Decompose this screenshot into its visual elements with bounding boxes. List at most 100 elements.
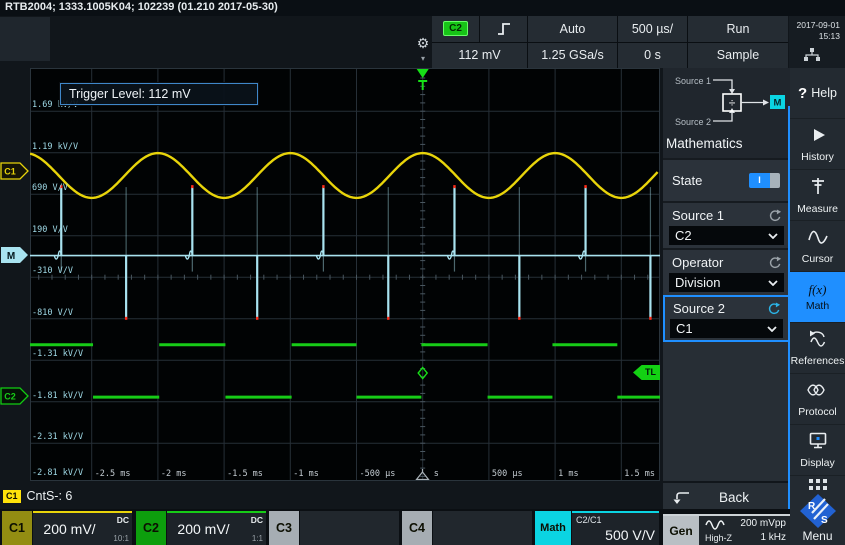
source2-dropdown[interactable]: C1 [670, 319, 783, 338]
sidebar-item-protocol[interactable]: Protocol [790, 374, 845, 425]
back-arrow-icon [672, 490, 692, 506]
math-state-row: State I [663, 158, 790, 201]
panel-accent-line [788, 106, 790, 545]
datetime-panel[interactable]: 2017-09-01 15:13 [789, 16, 845, 68]
channel2-position-marker[interactable]: C2 [0, 387, 29, 405]
state-toggle[interactable]: I [749, 173, 780, 188]
run-stop-button[interactable]: Run [688, 16, 788, 42]
channel-group-c3[interactable]: C3 [269, 511, 399, 545]
horizontal-position-button[interactable]: 0 s [618, 43, 687, 69]
channel-badge[interactable]: C3 [269, 511, 299, 545]
operator-dropdown[interactable]: Division [669, 273, 784, 292]
state-label: State [672, 173, 702, 188]
rohde-schwarz-logo: RS [799, 493, 837, 529]
status-row: C1 CntS-: 6 [0, 483, 660, 509]
channel-settings-box[interactable]: 200 mV/DC1:1 [167, 511, 266, 545]
sidebar-item-history[interactable]: History [790, 119, 845, 170]
oscilloscope-screen: RTB2004; 1333.1005K04; 102239 (01.210 20… [0, 0, 845, 545]
date-text: 2017-09-01 [789, 20, 840, 31]
sidebar-item-label: Help [811, 86, 837, 100]
diagram-source2-label: Source 2 [675, 117, 711, 127]
source2-label: Source 2 [673, 301, 725, 316]
protocol-icon [806, 381, 829, 404]
gen-impedance: High-Z [705, 533, 732, 543]
math-group[interactable]: MathC2/C1500 V/V [535, 511, 659, 545]
diagram-output-badge: M [774, 98, 782, 109]
sidebar-item-label: References [791, 355, 845, 367]
refresh-icon[interactable] [769, 256, 782, 269]
math-scale: 500 V/V [605, 527, 655, 543]
apps-grid-icon[interactable] [790, 476, 845, 492]
trigger-level-button[interactable]: 112 mV [432, 43, 527, 69]
gen-badge[interactable]: Gen [663, 516, 699, 545]
x-time-label: 500 µs [492, 469, 523, 479]
back-button[interactable]: Back [663, 483, 790, 512]
trace-c2 [30, 345, 660, 397]
device-title: RTB2004; 1333.1005K04; 102239 (01.210 20… [0, 0, 845, 16]
sidebar-item-label: History [801, 151, 834, 163]
trigger-level-tooltip: Trigger Level: 112 mV [60, 83, 258, 105]
x-time-label: -2.5 ms [95, 469, 131, 479]
channel-settings-box[interactable] [433, 511, 532, 545]
y-scale-label: -2.31 kV/V [32, 432, 83, 442]
cursor-icon [807, 228, 829, 251]
channel1-position-marker[interactable]: C1 [0, 162, 29, 180]
svg-text:S: S [821, 515, 828, 526]
sample-rate-button[interactable]: 1.25 GSa/s [528, 43, 617, 69]
status-channel-badge: C1 [3, 490, 21, 503]
acquire-mode-button[interactable]: Sample [688, 43, 788, 69]
sidebar-item-cursor[interactable]: Cursor [790, 221, 845, 272]
channel-settings-box[interactable]: 200 mV/DC10:1 [33, 511, 132, 545]
sidebar-item-measure[interactable]: Measure [790, 170, 845, 221]
generator-group[interactable]: GenHigh-Z200 mVpp1 kHz [663, 514, 790, 545]
y-scale-label: -1.31 kV/V [32, 349, 83, 359]
channel-badge[interactable]: C1 [2, 511, 32, 545]
math-settings-box[interactable]: C2/C1500 V/V [572, 511, 659, 545]
y-scale-label: 1.19 kV/V [32, 142, 78, 152]
channel-group-c2[interactable]: C2200 mV/DC1:1 [136, 511, 266, 545]
x-time-label: 1.5 ms [624, 469, 655, 479]
mathematics-panel: Source 1 Source 2 ÷ M Mathematics State … [663, 68, 790, 481]
channel-scale: 200 mV/ [167, 513, 240, 545]
channel-probe: 1:1 [251, 534, 263, 543]
chevron-down-icon [768, 233, 778, 239]
channel-group-c1[interactable]: C1200 mV/DC10:1 [2, 511, 132, 545]
refresh-icon[interactable] [769, 209, 782, 222]
waveform-canvas [30, 68, 660, 481]
sidebar-item-math[interactable]: f(x)Math [790, 272, 845, 323]
trigger-mode-button[interactable]: Auto [528, 16, 617, 42]
trigger-source-badge: C2 [443, 21, 468, 36]
trigger-source-button[interactable]: C2 [432, 16, 479, 42]
refresh-icon[interactable] [768, 302, 781, 315]
measure-icon [808, 176, 828, 201]
rising-edge-icon [495, 20, 513, 38]
y-scale-label: 690 V/V [32, 183, 68, 193]
timebase-button[interactable]: 500 µs/ [618, 16, 687, 42]
channel-badge[interactable]: C2 [136, 511, 166, 545]
channel-badge[interactable]: C4 [402, 511, 432, 545]
function-sidebar: ?Help History Measure Cursorf(x)Math Referen… [790, 68, 845, 545]
gear-icon[interactable]: ⚙ [413, 34, 433, 52]
channel-settings-box[interactable] [300, 511, 399, 545]
display-icon [808, 431, 828, 455]
y-scale-label: -310 V/V [32, 266, 73, 276]
source1-label: Source 1 [672, 208, 724, 223]
math-operator-section: Operator Division [663, 248, 790, 295]
source1-dropdown[interactable]: C2 [669, 226, 784, 245]
time-text: 15:13 [789, 31, 840, 42]
menu-button[interactable]: RSMenu [790, 492, 845, 545]
channel-probe: 10:1 [113, 534, 129, 543]
sidebar-item-references[interactable]: References [790, 323, 845, 374]
chevron-down-icon[interactable]: ▾ [413, 54, 433, 63]
sidebar-item-label: Measure [797, 203, 838, 215]
trigger-edge-button[interactable] [480, 16, 527, 42]
math-position-marker[interactable]: M [0, 246, 29, 264]
waveform-area[interactable]: 1.69 kV/V1.19 kV/V690 V/V190 V/V-310 V/V… [30, 68, 660, 481]
diagram-operator-symbol: ÷ [729, 96, 736, 110]
channel-group-c4[interactable]: C4 [402, 511, 532, 545]
x-time-label: -1.5 ms [227, 469, 263, 479]
graticule [30, 68, 660, 481]
math-badge[interactable]: Math [535, 511, 571, 545]
sidebar-item-help[interactable]: ?Help [790, 68, 845, 119]
sidebar-item-display[interactable]: Display [790, 425, 845, 476]
